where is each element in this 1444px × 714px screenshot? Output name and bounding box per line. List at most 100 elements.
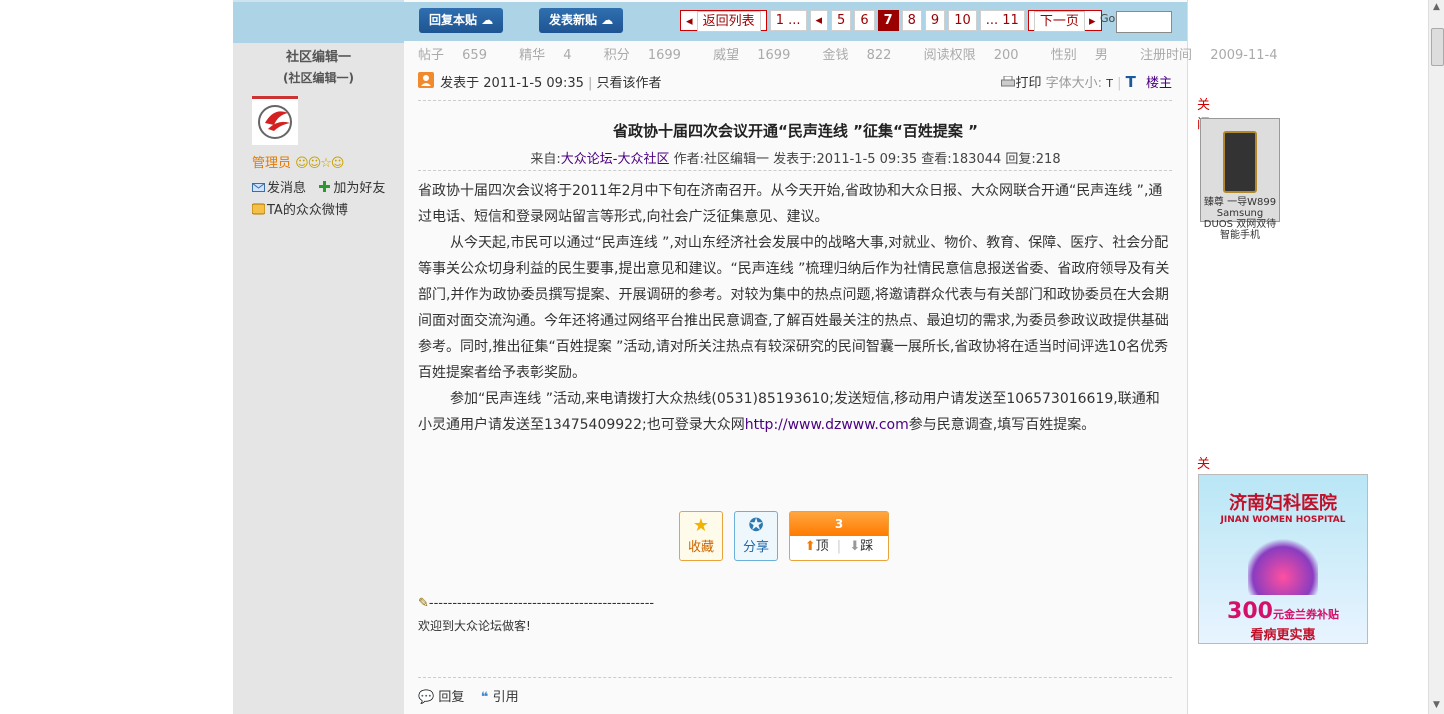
user-sidebar: 社区编辑一 (社区编辑一) 管理员 ☺☺☆☺ 发消息 加为好友 TA的众众微博 — [233, 0, 404, 714]
page-first[interactable]: 1 ... — [769, 10, 807, 31]
posted-at: 发表于 2011-1-5 09:35 — [440, 76, 584, 91]
pencil-icon: ✎ — [418, 596, 429, 611]
next-page-label: 下一页 — [1033, 11, 1085, 32]
post-tools: 打印 字体大小: T | T 楼主 — [1000, 72, 1172, 91]
post-body: 省政协十届四次会议将于2011年2月中下旬在济南召开。从今天开始,省政协和大众日… — [418, 178, 1170, 438]
vote-row: ⬆顶 | ⬇踩 — [804, 539, 874, 554]
page-5[interactable]: 5 — [831, 10, 852, 31]
reply-post-label: 回复本贴 — [429, 13, 478, 27]
post-title: 省政协十届四次会议开通“民声连线 ”征集“百姓提案 ” — [613, 122, 978, 140]
scroll-down-icon[interactable]: ▼ — [1431, 700, 1442, 711]
user-actions: 发消息 加为好友 TA的众众微博 — [251, 177, 385, 221]
vote-down-button[interactable]: ⬇踩 — [849, 539, 873, 554]
page-prev-icon[interactable]: ◂ — [809, 10, 829, 31]
arrow-down-icon: ⬇ — [849, 539, 861, 554]
avatar[interactable] — [252, 96, 298, 145]
plus-icon — [318, 180, 331, 192]
font-small-button[interactable]: T — [1106, 77, 1113, 90]
print-link[interactable]: 打印 — [1016, 76, 1042, 91]
page-10[interactable]: 10 — [948, 10, 977, 31]
back-to-list-label: 返回列表 — [696, 11, 761, 32]
send-message-link[interactable]: 发消息 加为好友 — [252, 177, 385, 196]
username[interactable]: 社区编辑一 — [233, 46, 404, 65]
stat-prestige-label: 威望 — [713, 48, 740, 63]
page-6[interactable]: 6 — [854, 10, 875, 31]
vote-up-label: 顶 — [815, 539, 829, 554]
only-author-link[interactable]: 只看该作者 — [597, 76, 662, 91]
post-header: 发表于 2011-1-5 09:35 | 只看该作者 打印 字体大小: T | … — [418, 72, 1172, 91]
hospital-ad[interactable]: 济南妇科医院 JINAN WOMEN HOSPITAL 300元金兰券补贴 看病… — [1198, 474, 1368, 644]
reply-post-button[interactable]: 回复本贴 ☁ — [419, 8, 504, 33]
back-to-list-button[interactable]: ◂ 返回列表 — [680, 10, 767, 32]
footer-divider — [418, 677, 1172, 678]
page-last[interactable]: ... 11 — [979, 10, 1025, 31]
stat-elite-value: 4 — [563, 48, 572, 63]
flower-graphic-icon — [1248, 535, 1318, 595]
speech-bubble-icon: 💬 — [418, 690, 435, 705]
signature: ✎---------------------------------------… — [418, 596, 654, 611]
envelope-icon — [252, 182, 265, 193]
post-paragraph-3: 参加“民声连线 ”活动,来电请拨打大众热线(0531)85193610;发送短信… — [418, 386, 1170, 438]
post-footer: 💬 回复 ❝ 引用 — [418, 686, 519, 705]
scroll-thumb[interactable] — [1431, 28, 1444, 66]
stat-points-value: 1699 — [647, 48, 681, 63]
stat-elite: 精华 4 — [519, 48, 585, 63]
username-paren: (社区编辑一) — [283, 71, 354, 85]
share-icon: ✪ — [748, 515, 764, 536]
favorite-label: 收藏 — [687, 540, 714, 555]
sidebar-top-bar — [233, 0, 404, 43]
add-friend-link[interactable]: 加为好友 — [333, 181, 385, 196]
font-large-button[interactable]: T — [1126, 73, 1136, 91]
page-jump-input[interactable] — [1116, 11, 1172, 33]
hospital-slogan: 看病更实惠 — [1250, 628, 1316, 643]
stat-points-label: 积分 — [603, 48, 630, 63]
offer-unit: 元金兰券补贴 — [1272, 608, 1339, 621]
page-8[interactable]: 8 — [901, 10, 922, 31]
stat-gender-label: 性别 — [1050, 48, 1077, 63]
post-paragraph-2: 从今天起,市民可以通过“民声连线 ”,对山东经济社会发展中的战略大事,对就业、物… — [418, 235, 1170, 381]
page-container: 社区编辑一 (社区编辑一) 管理员 ☺☺☆☺ 发消息 加为好友 TA的众众微博 … — [233, 0, 1277, 714]
next-page-button[interactable]: 下一页 ▸ — [1027, 10, 1102, 32]
quote-label: 引用 — [492, 690, 519, 705]
dzwww-link[interactable]: http://www.dzwww.com — [745, 417, 909, 433]
page-current: 7 — [877, 10, 899, 31]
stat-posts-label: 帖子 — [418, 48, 445, 63]
post-toolbar: 回复本贴 ☁ 发表新贴 ☁ ◂ 返回列表 1 ... ◂ 5 6 7 8 9 1… — [404, 2, 1187, 41]
post-paragraph-1: 省政协十届四次会议将于2011年2月中下旬在济南召开。从今天开始,省政协和大众日… — [418, 183, 1163, 225]
signature-line: ----------------------------------------… — [428, 596, 655, 611]
scroll-up-icon[interactable]: ▲ — [1431, 2, 1442, 13]
vote-up-button[interactable]: ⬆顶 — [805, 539, 829, 554]
user-posted-icon — [418, 72, 434, 88]
stat-read-label: 阅读权限 — [923, 48, 976, 63]
share-button[interactable]: ✪ 分享 — [734, 511, 778, 561]
arrow-up-icon: ⬆ — [804, 539, 816, 554]
stat-points: 积分 1699 — [604, 48, 695, 63]
favorite-button[interactable]: ★ 收藏 — [679, 511, 723, 561]
user-role: 管理员 ☺☺☆☺ — [252, 152, 344, 171]
meta-divider — [418, 170, 1172, 171]
quote-link[interactable]: ❝ 引用 — [481, 690, 519, 705]
meta-rest: 作者:社区编辑一 发表于:2011-1-5 09:35 查看:183044 回复… — [669, 152, 1061, 167]
weibo-icon — [251, 203, 266, 215]
new-post-button[interactable]: 发表新贴 ☁ — [539, 8, 624, 33]
stat-reg: 注册时间 2009-11-4 — [1140, 48, 1291, 63]
quote-icon: ❝ — [480, 690, 489, 705]
vote-down-label: 踩 — [860, 539, 874, 554]
phone-image-icon — [1223, 131, 1257, 193]
vote-count: 3 — [790, 512, 888, 536]
page-scrollbar[interactable]: ▲ ▼ — [1428, 0, 1444, 714]
reply-link[interactable]: 💬 回复 — [418, 690, 464, 705]
hospital-offer: 300元金兰券补贴 — [1199, 599, 1367, 624]
page-9[interactable]: 9 — [924, 10, 946, 31]
stat-money: 金钱 822 — [822, 48, 905, 63]
stat-prestige: 威望 1699 — [713, 48, 804, 63]
stat-reg-value: 2009-11-4 — [1210, 48, 1278, 63]
stat-elite-label: 精华 — [519, 48, 546, 63]
hospital-name-en: JINAN WOMEN HOSPITAL — [1220, 515, 1346, 525]
weibo-link[interactable]: TA的众众微博 — [251, 199, 385, 218]
meta-source-link[interactable]: 大众论坛-大众社区 — [561, 152, 670, 167]
offer-amount: 300 — [1227, 599, 1273, 624]
new-post-label: 发表新贴 — [549, 13, 598, 27]
phone-ad[interactable]: 臻尊 一导W899 Samsung DUOS 双网双待 智能手机 — [1200, 118, 1280, 241]
para3-text-post: 参与民意调查,填写百姓提案。 — [908, 417, 1096, 433]
